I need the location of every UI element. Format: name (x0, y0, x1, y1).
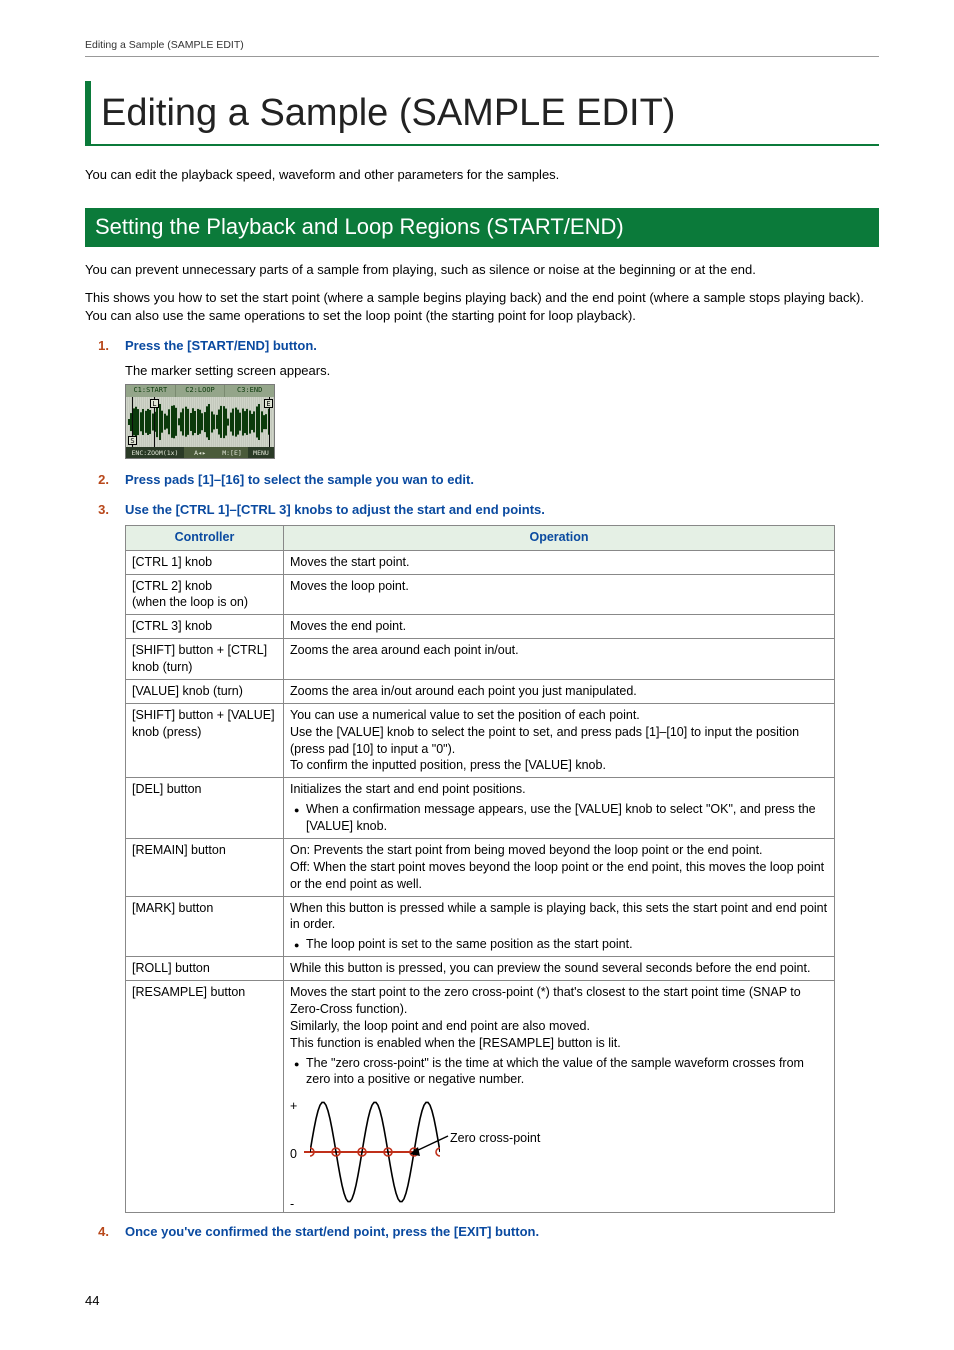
operation-cell: Zooms the area in/out around each point … (284, 679, 835, 703)
controller-cell: [VALUE] knob (turn) (126, 679, 284, 703)
step-1: 1. Press the [START/END] button. (85, 337, 879, 355)
step-number: 3. (85, 501, 125, 519)
controller-cell: [CTRL 3] knob (126, 615, 284, 639)
step-1-caption: The marker setting screen appears. (125, 362, 879, 380)
table-row: [DEL] buttonInitializes the start and en… (126, 778, 835, 839)
step-number: 2. (85, 471, 125, 489)
step-number: 1. (85, 337, 125, 355)
table-row: [CTRL 3] knobMoves the end point. (126, 615, 835, 639)
screen-tab-start: C1:START (126, 385, 176, 397)
section-heading: Setting the Playback and Loop Regions (S… (85, 208, 879, 247)
bullet-text: The loop point is set to the same positi… (306, 936, 828, 953)
bullet-icon: ● (290, 936, 306, 953)
controller-cell: [CTRL 1] knob (126, 550, 284, 574)
operation-cell: Zooms the area around each point in/out. (284, 639, 835, 680)
table-row: [VALUE] knob (turn)Zooms the area in/out… (126, 679, 835, 703)
marker-l-icon: L (150, 399, 159, 408)
screen-footer-zoom: ENC:ZOOM(1x) (126, 447, 184, 459)
screen-tab-end: C3:END (225, 385, 274, 397)
step-number: 4. (85, 1223, 125, 1241)
screen-footer-a: A◂▸ (184, 447, 216, 459)
table-row: [SHIFT] button + [CTRL] knob (turn)Zooms… (126, 639, 835, 680)
step-instruction: Press pads [1]–[16] to select the sample… (125, 471, 474, 489)
th-controller: Controller (126, 526, 284, 551)
step-instruction: Use the [CTRL 1]–[CTRL 3] knobs to adjus… (125, 501, 545, 519)
marker-s-icon: S (128, 436, 137, 445)
step-4: 4. Once you've confirmed the start/end p… (85, 1223, 879, 1241)
marker-screen-image: C1:START C2:LOOP C3:END S L E ENC:ZOOM(1… (125, 384, 275, 459)
screen-footer-menu: MENU (248, 447, 274, 459)
step-3: 3. Use the [CTRL 1]–[CTRL 3] knobs to ad… (85, 501, 879, 519)
step-2: 2. Press pads [1]–[16] to select the sam… (85, 471, 879, 489)
operation-cell: Moves the loop point. (284, 574, 835, 615)
bullet-text: When a confirmation message appears, use… (306, 801, 828, 835)
operation-cell: You can use a numerical value to set the… (284, 703, 835, 778)
controller-cell: [SHIFT] button + [CTRL] knob (turn) (126, 639, 284, 680)
table-row: [RESAMPLE] buttonMoves the start point t… (126, 981, 835, 1213)
table-row: [ROLL] buttonWhile this button is presse… (126, 957, 835, 981)
operation-cell: Moves the start point. (284, 550, 835, 574)
operation-cell: Moves the start point to the zero cross-… (284, 981, 835, 1213)
zero-cross-label: Zero cross-point (450, 1130, 540, 1147)
controller-cell: [REMAIN] button (126, 838, 284, 896)
operation-cell: On: Prevents the start point from being … (284, 838, 835, 896)
operation-cell: Initializes the start and end point posi… (284, 778, 835, 839)
controller-operation-table: Controller Operation [CTRL 1] knobMoves … (125, 525, 835, 1213)
screen-footer-m: M:[E] (216, 447, 248, 459)
body-paragraph-1: You can prevent unnecessary parts of a s… (85, 261, 879, 279)
th-operation: Operation (284, 526, 835, 551)
operation-cell: While this button is pressed, you can pr… (284, 957, 835, 981)
chapter-title: Editing a Sample (SAMPLE EDIT) (85, 81, 879, 146)
controller-cell: [RESAMPLE] button (126, 981, 284, 1213)
screen-tab-loop: C2:LOOP (176, 385, 226, 397)
table-row: [SHIFT] button + [VALUE] knob (press)You… (126, 703, 835, 778)
bullet-text: The "zero cross-point" is the time at wh… (306, 1055, 828, 1089)
step-1-body: The marker setting screen appears. C1:ST… (125, 362, 879, 459)
bullet-icon: ● (290, 1055, 306, 1089)
step-instruction: Press the [START/END] button. (125, 337, 317, 355)
zero-cross-diagram: +0-Zero cross-point (290, 1094, 590, 1209)
table-row: [MARK] buttonWhen this button is pressed… (126, 896, 835, 957)
controller-cell: [DEL] button (126, 778, 284, 839)
controller-cell: [SHIFT] button + [VALUE] knob (press) (126, 703, 284, 778)
table-row: [REMAIN] buttonOn: Prevents the start po… (126, 838, 835, 896)
running-head: Editing a Sample (SAMPLE EDIT) (85, 38, 879, 57)
table-row: [CTRL 1] knobMoves the start point. (126, 550, 835, 574)
step-instruction: Once you've confirmed the start/end poin… (125, 1223, 539, 1241)
controller-cell: [CTRL 2] knob (when the loop is on) (126, 574, 284, 615)
operation-cell: When this button is pressed while a samp… (284, 896, 835, 957)
marker-e-icon: E (264, 399, 273, 408)
page-number: 44 (85, 1292, 99, 1310)
intro-paragraph: You can edit the playback speed, wavefor… (85, 166, 879, 184)
controller-cell: [MARK] button (126, 896, 284, 957)
controller-cell: [ROLL] button (126, 957, 284, 981)
body-paragraph-2: This shows you how to set the start poin… (85, 289, 879, 325)
bullet-icon: ● (290, 801, 306, 835)
table-row: [CTRL 2] knob (when the loop is on)Moves… (126, 574, 835, 615)
operation-cell: Moves the end point. (284, 615, 835, 639)
